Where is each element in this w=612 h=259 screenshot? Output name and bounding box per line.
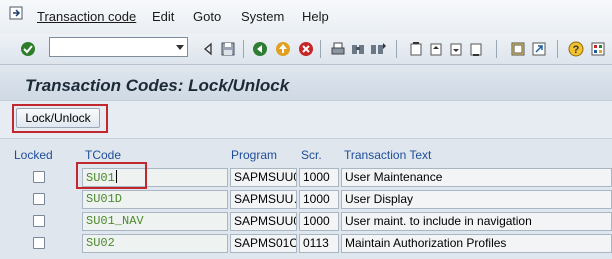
customize-layout-icon[interactable] <box>590 41 606 57</box>
screen-cell: 1000 <box>299 168 339 187</box>
column-header-locked: Locked <box>14 148 53 162</box>
lock-unlock-label: Lock/Unlock <box>25 111 91 125</box>
program-cell: SAPMS01C <box>230 234 297 253</box>
tcode-cell[interactable]: SU01_NAV <box>82 212 228 231</box>
cancel-icon[interactable] <box>298 41 314 57</box>
toolbar-separator <box>496 40 497 58</box>
page-title: Transaction Codes: Lock/Unlock <box>25 76 290 95</box>
menu-goto[interactable]: Goto <box>193 9 221 24</box>
tcode-cell[interactable]: SU02 <box>82 234 228 253</box>
enter-icon[interactable] <box>20 41 36 57</box>
column-header-text: Transaction Text <box>344 148 432 162</box>
back-nav-icon[interactable] <box>200 41 216 57</box>
locked-checkbox[interactable] <box>33 171 45 183</box>
locked-checkbox[interactable] <box>33 215 45 227</box>
toolbar-separator <box>396 40 397 58</box>
table-row: SU01D SAPMSUU… 1000 User Display <box>0 189 612 211</box>
screen-cell: 1000 <box>299 212 339 231</box>
back-icon[interactable] <box>252 41 268 57</box>
program-cell: SAPMSUU… <box>230 190 297 209</box>
system-toolbar: ? <box>0 34 612 65</box>
screen-cell: 1000 <box>299 190 339 209</box>
toolbar-separator <box>243 40 244 58</box>
transaction-table: Locked TCode Program Scr. Transaction Te… <box>0 140 612 259</box>
first-page-icon[interactable] <box>408 41 424 57</box>
lock-unlock-button[interactable]: Lock/Unlock <box>16 108 100 128</box>
column-header-tcode: TCode <box>85 148 122 162</box>
locked-checkbox[interactable] <box>33 237 45 249</box>
table-row: SU01_NAV SAPMSUU0 1000 User maint. to in… <box>0 211 612 233</box>
application-toolbar: Lock/Unlock <box>0 100 612 139</box>
menu-help[interactable]: Help <box>302 9 329 24</box>
screen-cell: 0113 <box>299 234 339 253</box>
column-header-screen: Scr. <box>301 148 322 162</box>
print-icon[interactable] <box>330 41 346 57</box>
save-icon[interactable] <box>220 41 236 57</box>
toolbar-separator <box>320 40 321 58</box>
next-page-icon[interactable] <box>448 41 464 57</box>
shortcut-icon[interactable] <box>531 41 547 57</box>
command-field[interactable] <box>49 37 188 57</box>
previous-page-icon[interactable] <box>428 41 444 57</box>
find-icon[interactable] <box>350 41 366 57</box>
transaction-text-cell: User maint. to include in navigation <box>341 212 612 231</box>
menu-system[interactable]: System <box>241 9 284 24</box>
program-cell: SAPMSUU0 <box>230 212 297 231</box>
command-input[interactable] <box>52 39 174 57</box>
menu-edit[interactable]: Edit <box>152 9 174 24</box>
column-header-program: Program <box>231 148 278 162</box>
exit-icon[interactable] <box>275 41 291 57</box>
title-bar: Transaction Codes: Lock/Unlock <box>0 72 612 100</box>
menu-transaction-code[interactable]: Transaction code <box>37 9 136 24</box>
transaction-text-cell: User Maintenance <box>341 168 612 187</box>
help-icon[interactable]: ? <box>568 41 584 57</box>
last-page-icon[interactable] <box>468 41 484 57</box>
transaction-text-cell: User Display <box>341 190 612 209</box>
locked-checkbox[interactable] <box>33 193 45 205</box>
chevron-down-icon[interactable] <box>176 45 184 50</box>
table-row: SU01 SAPMSUU0 1000 User Maintenance <box>0 167 612 189</box>
find-next-icon[interactable] <box>370 41 386 57</box>
toolbar-separator <box>557 40 558 58</box>
text-cursor <box>115 170 117 183</box>
menu-bar: Transaction code Edit Goto System Help <box>0 0 612 35</box>
transaction-text-cell: Maintain Authorization Profiles <box>341 234 612 253</box>
table-row: SU02 SAPMS01C 0113 Maintain Authorizatio… <box>0 233 612 255</box>
tcode-cell[interactable]: SU01 <box>82 168 228 187</box>
create-session-icon[interactable] <box>510 41 526 57</box>
system-menu-icon[interactable] <box>9 6 23 20</box>
program-cell: SAPMSUU0 <box>230 168 297 187</box>
svg-text:?: ? <box>573 44 580 56</box>
tcode-cell[interactable]: SU01D <box>82 190 228 209</box>
